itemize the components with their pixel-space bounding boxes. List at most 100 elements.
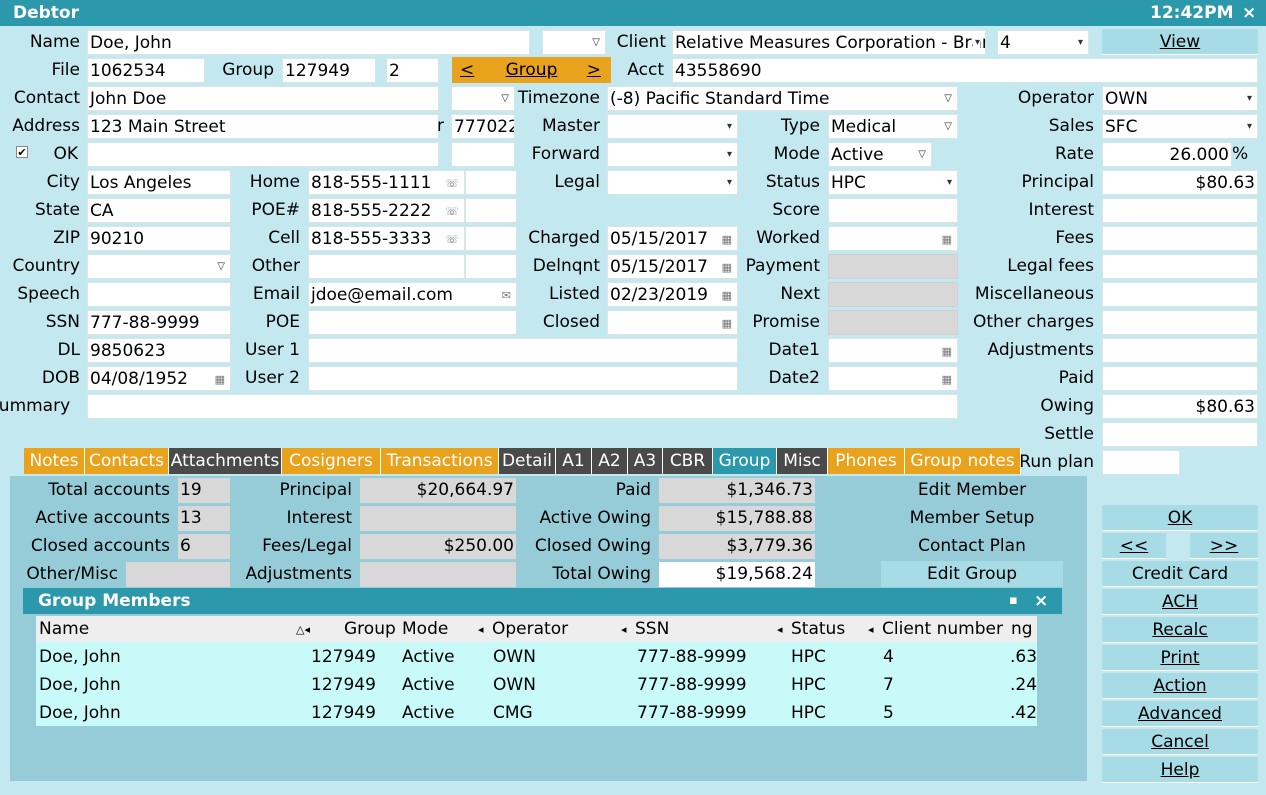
operator-select[interactable]: OWN ▾: [1102, 86, 1258, 111]
owing-field[interactable]: $80.63: [1102, 394, 1258, 419]
forward-select[interactable]: ▾: [607, 142, 738, 167]
other-phone-field[interactable]: [308, 254, 465, 279]
address2-field[interactable]: [87, 142, 439, 167]
rate-field[interactable]: 26.000: [1102, 142, 1232, 167]
col-header-group[interactable]: Group: [344, 615, 404, 643]
table-row[interactable]: Doe, John 127949 Active OWN 777-88-9999 …: [36, 643, 1037, 671]
status-select[interactable]: HPC ▾: [828, 170, 958, 195]
tab-detail[interactable]: Detail: [499, 448, 556, 474]
mode-select[interactable]: Active ▽: [828, 142, 932, 167]
tab-a1[interactable]: A1: [556, 448, 592, 474]
timezone-select[interactable]: (-8) Pacific Standard Time ▽: [607, 86, 958, 111]
user2-field[interactable]: [308, 366, 738, 391]
tab-group[interactable]: Group: [713, 448, 777, 474]
closed-date-field[interactable]: ▦: [607, 310, 738, 335]
maximize-icon[interactable]: ▪: [1009, 588, 1018, 614]
ssn-field[interactable]: 777-88-9999: [87, 310, 231, 335]
next-record-button[interactable]: >>: [1190, 533, 1258, 559]
col-header-ssn[interactable]: SSN: [635, 615, 755, 643]
zip-field[interactable]: 90210: [87, 226, 231, 251]
table-row[interactable]: Doe, John 127949 Active OWN 777-88-9999 …: [36, 671, 1037, 699]
credit-card-button[interactable]: Credit Card: [1102, 561, 1258, 587]
home-phone-field[interactable]: 818-555-1111 ☏: [308, 170, 465, 195]
score-field[interactable]: [828, 198, 958, 223]
calendar-icon[interactable]: ▦: [722, 312, 732, 334]
col-header-client-number[interactable]: Client number: [882, 615, 1007, 643]
col-header-owing[interactable]: ng: [1011, 615, 1037, 643]
tab-transactions[interactable]: Transactions: [381, 448, 499, 474]
view-button[interactable]: View: [1102, 29, 1258, 55]
tab-group-notes[interactable]: Group notes: [905, 448, 1021, 474]
file-field[interactable]: 1062534: [87, 58, 205, 83]
date2-field[interactable]: ▦: [828, 366, 958, 391]
delinquent-date-field[interactable]: 05/15/2017 ▦: [607, 254, 738, 279]
client-number-select[interactable]: 4 ▾: [997, 30, 1089, 55]
home-ext-field[interactable]: [465, 170, 517, 195]
user1-field[interactable]: [308, 338, 738, 363]
date1-field[interactable]: ▦: [828, 338, 958, 363]
calendar-icon[interactable]: ▦: [942, 228, 952, 250]
calendar-icon[interactable]: ▦: [942, 340, 952, 362]
fees-field[interactable]: [1102, 226, 1258, 251]
type-select[interactable]: Medical ▽: [828, 114, 958, 139]
interest-field[interactable]: [1102, 198, 1258, 223]
sales-select[interactable]: SFC ▾: [1102, 114, 1258, 139]
ok-checkbox[interactable]: ✔: [16, 146, 28, 159]
group-field[interactable]: 127949: [282, 58, 376, 83]
dl-field[interactable]: 9850623: [87, 338, 231, 363]
group-count-field[interactable]: 2: [386, 58, 439, 83]
state-field[interactable]: CA: [87, 198, 231, 223]
speech-field[interactable]: [87, 282, 231, 307]
cancel-button[interactable]: Cancel: [1102, 729, 1258, 755]
listed-date-field[interactable]: 02/23/2019 ▦: [607, 282, 738, 307]
close-icon[interactable]: ×: [1034, 588, 1048, 614]
paid-field[interactable]: [1102, 366, 1258, 391]
country-select[interactable]: ▽: [87, 254, 231, 279]
poe-ext-field[interactable]: [465, 198, 517, 223]
envelope-icon[interactable]: ✉: [502, 284, 511, 306]
group-nav-button[interactable]: < Group >: [452, 57, 611, 83]
phone-icon[interactable]: ☏: [445, 172, 459, 194]
poe-phone-field[interactable]: 818-555-2222 ☏: [308, 198, 465, 223]
name-field[interactable]: Doe, John: [87, 30, 530, 55]
tab-notes[interactable]: Notes: [24, 448, 85, 474]
name-suffix-select[interactable]: ▽: [542, 30, 606, 55]
address-field[interactable]: 123 Main Street: [87, 114, 439, 139]
acct-field[interactable]: 43558690: [672, 58, 1258, 83]
action-button[interactable]: Action: [1102, 673, 1258, 699]
close-icon[interactable]: ×: [1242, 0, 1256, 26]
tab-contacts[interactable]: Contacts: [85, 448, 169, 474]
contact-plan-button[interactable]: Contact Plan: [881, 533, 1063, 559]
edit-member-button[interactable]: Edit Member: [881, 477, 1063, 503]
cell-ext-field[interactable]: [465, 226, 517, 251]
calendar-icon[interactable]: ▦: [722, 256, 732, 278]
member-setup-button[interactable]: Member Setup: [881, 505, 1063, 531]
settle-field[interactable]: [1102, 422, 1258, 447]
recalc-button[interactable]: Recalc: [1102, 617, 1258, 643]
legal-select[interactable]: ▾: [607, 170, 738, 195]
adjustments-field[interactable]: [1102, 338, 1258, 363]
ach-button[interactable]: ACH: [1102, 589, 1258, 615]
print-button[interactable]: Print: [1102, 645, 1258, 671]
table-row[interactable]: Doe, John 127949 Active CMG 777-88-9999 …: [36, 699, 1037, 727]
dob-field[interactable]: 04/08/1952 ▦: [87, 366, 231, 391]
cell-phone-field[interactable]: 818-555-3333 ☏: [308, 226, 465, 251]
col-header-operator[interactable]: Operator: [492, 615, 602, 643]
calendar-icon[interactable]: ▦: [722, 284, 732, 306]
city-field[interactable]: Los Angeles: [87, 170, 231, 195]
tab-cosigners[interactable]: Cosigners: [282, 448, 381, 474]
tab-misc[interactable]: Misc: [777, 448, 828, 474]
poe-field[interactable]: [308, 310, 517, 335]
principal-field[interactable]: $80.63: [1102, 170, 1258, 195]
email-field[interactable]: jdoe@email.com ✉: [308, 282, 517, 307]
client-field[interactable]: Relative Measures Corporation - Brar ▾: [672, 30, 986, 55]
worked-date-field[interactable]: ▦: [828, 226, 958, 251]
other-ext-field[interactable]: [465, 254, 517, 279]
tab-phones[interactable]: Phones: [828, 448, 905, 474]
charged-date-field[interactable]: 05/15/2017 ▦: [607, 226, 738, 251]
tab-cbr[interactable]: CBR: [663, 448, 713, 474]
address2-code-field[interactable]: [451, 142, 515, 167]
other-charges-field[interactable]: [1102, 310, 1258, 335]
phone-icon[interactable]: ☏: [445, 228, 459, 250]
tab-attachments[interactable]: Attachments: [169, 448, 282, 474]
